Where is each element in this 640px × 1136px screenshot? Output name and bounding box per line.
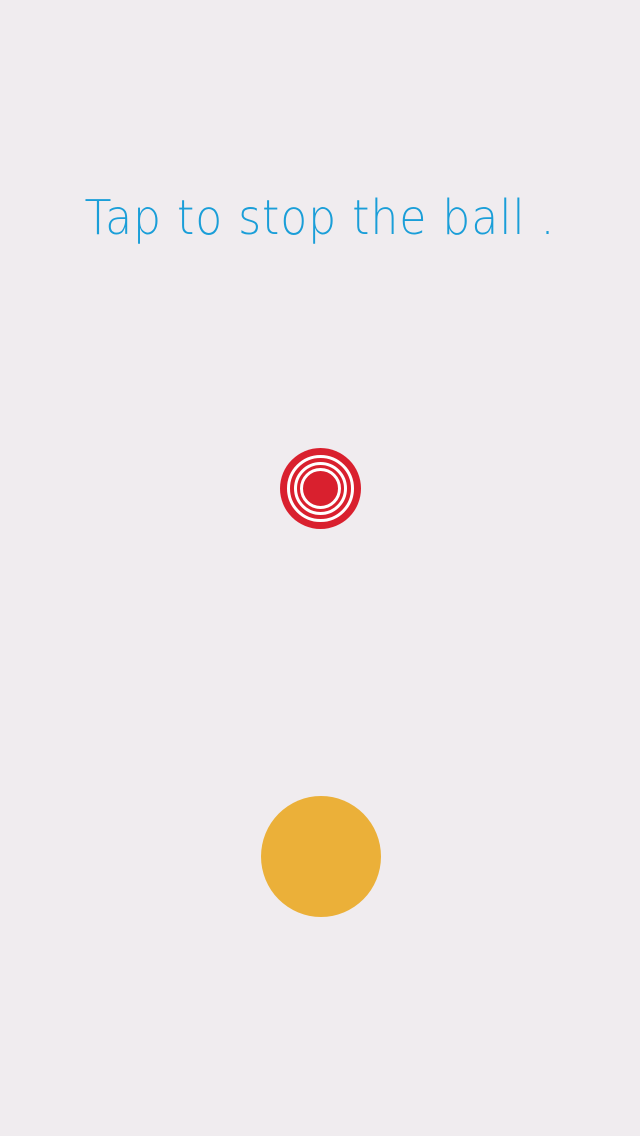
bullseye-target-icon [280,448,361,529]
game-screen[interactable]: Tap to stop the ball . [0,0,640,1136]
instruction-text: Tap to stop the ball . [84,190,556,246]
yellow-ball [261,796,381,917]
target-outer-ring [280,448,361,529]
